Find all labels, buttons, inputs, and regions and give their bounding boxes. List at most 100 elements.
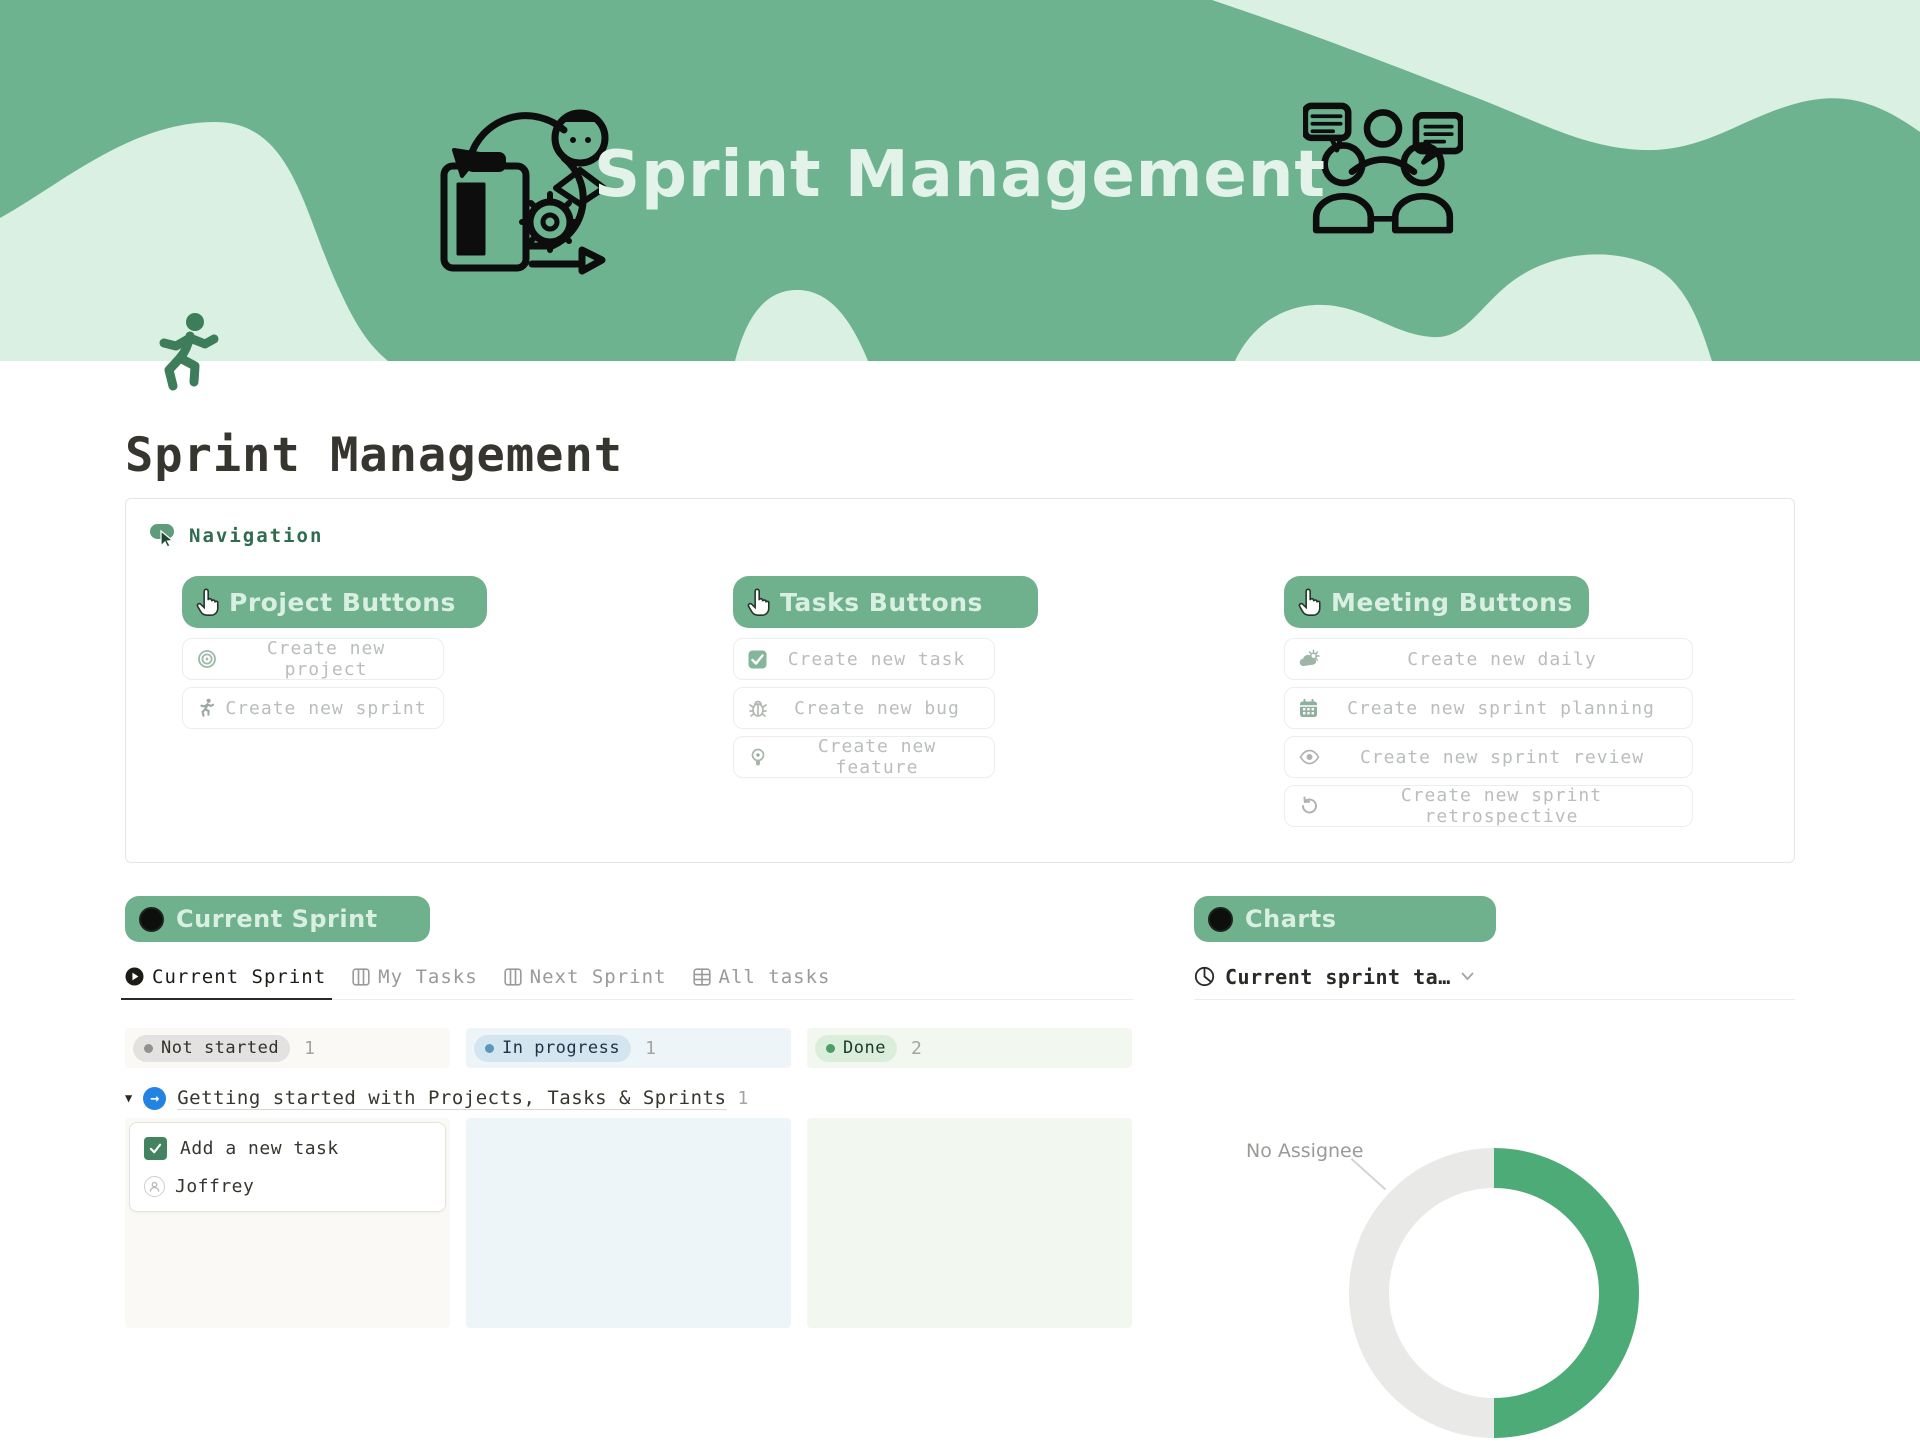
button-label: Create new bug (774, 698, 980, 719)
button-label: Create new daily (1326, 649, 1678, 670)
button-label: Create new task (773, 649, 980, 670)
chart-view-label: Current sprint ta… (1225, 965, 1451, 989)
chevron-down-icon (1461, 972, 1474, 981)
project-buttons-group: Project Buttons Create new project Creat… (182, 576, 487, 729)
board-tabs: Current Sprint My Tasks Next Sprint All … (125, 954, 1133, 1000)
sun-cloud-icon (1299, 649, 1320, 669)
undo-icon (1299, 796, 1319, 816)
banner-title: Sprint Management (594, 138, 1326, 212)
create-new-sprint-review-button[interactable]: Create new sprint review (1284, 736, 1693, 778)
status-badge[interactable]: Not started (133, 1035, 290, 1062)
cards-column-not-started: Add a new task Joffrey (125, 1118, 450, 1328)
tab-current-sprint[interactable]: Current Sprint (125, 954, 326, 999)
board-icon (352, 968, 370, 986)
cards-column-in-progress (466, 1118, 791, 1328)
create-new-project-button[interactable]: Create new project (182, 638, 444, 680)
column-done: Done 2 (807, 1028, 1132, 1068)
hand-pointer-icon (194, 588, 221, 617)
button-label: Create new feature (774, 736, 980, 778)
calendar-icon (1299, 699, 1318, 718)
chart-view-selector[interactable]: Current sprint ta… (1194, 965, 1474, 989)
collapse-triangle-icon[interactable]: ▼ (125, 1091, 132, 1105)
task-title: Add a new task (180, 1138, 339, 1159)
meeting-buttons-pill[interactable]: Meeting Buttons (1284, 576, 1589, 628)
board-icon (504, 968, 522, 986)
avatar-icon (144, 1176, 165, 1197)
bug-icon (748, 698, 768, 718)
tab-label: All tasks (719, 966, 831, 988)
column-count: 1 (304, 1038, 315, 1059)
tab-my-tasks[interactable]: My Tasks (352, 954, 478, 999)
hand-pointer-icon (1296, 588, 1323, 617)
pie-chart-icon (1194, 966, 1215, 987)
status-badge[interactable]: In progress (474, 1035, 631, 1062)
project-arrow-icon: → (143, 1087, 166, 1110)
eye-icon (1299, 747, 1320, 767)
target-icon (197, 649, 217, 669)
create-new-sprint-retrospective-button[interactable]: Create new sprint retrospective (1284, 785, 1693, 827)
cards-column-done (807, 1118, 1132, 1328)
project-buttons-pill[interactable]: Project Buttons (182, 576, 487, 628)
create-new-sprint-planning-button[interactable]: Create new sprint planning (1284, 687, 1693, 729)
navigation-header: Navigation (150, 523, 323, 548)
column-count: 1 (645, 1038, 656, 1059)
task-checkbox[interactable] (144, 1137, 167, 1160)
tab-next-sprint[interactable]: Next Sprint (504, 954, 667, 999)
button-label: Create new sprint planning (1324, 698, 1678, 719)
section-title: Current Sprint (176, 905, 378, 933)
chart-tab-row: Current sprint ta… (1194, 954, 1795, 1000)
section-title: Charts (1245, 905, 1337, 933)
status-label: Done (843, 1038, 886, 1058)
play-circle-icon (125, 967, 144, 986)
navigation-label: Navigation (189, 525, 323, 547)
status-dot-icon (485, 1044, 494, 1053)
bulb-icon (748, 747, 768, 767)
status-dot-icon (144, 1044, 153, 1053)
board-cards-row: Add a new task Joffrey (125, 1118, 1132, 1328)
group-title-link[interactable]: Getting started with Projects, Tasks & S… (177, 1087, 726, 1109)
tab-label: My Tasks (378, 966, 478, 988)
runner-icon (197, 698, 217, 718)
status-label: In progress (502, 1038, 620, 1058)
column-not-started: Not started 1 (125, 1028, 450, 1068)
status-label: Not started (161, 1038, 279, 1058)
current-sprint-section: Current Sprint Current Sprint My Tasks N… (125, 896, 1133, 942)
current-sprint-pill[interactable]: Current Sprint (125, 896, 430, 942)
tasks-buttons-pill[interactable]: Tasks Buttons (733, 576, 1038, 628)
create-new-task-button[interactable]: Create new task (733, 638, 995, 680)
tab-label: Next Sprint (530, 966, 667, 988)
column-in-progress: In progress 1 (466, 1028, 791, 1068)
group-title: Project Buttons (229, 588, 456, 617)
button-label: Create new sprint (223, 698, 429, 719)
black-dot-icon (1208, 907, 1233, 932)
button-label: Create new sprint review (1326, 747, 1678, 768)
checkbox-icon (748, 650, 767, 669)
page-icon-runner[interactable] (150, 310, 226, 396)
group-count: 1 (737, 1088, 748, 1109)
cover-banner: Sprint Management (0, 0, 1920, 361)
group-title: Meeting Buttons (1331, 588, 1573, 617)
page-title: Sprint Management (125, 428, 623, 483)
navigation-callout: Navigation Project Buttons Create new pr… (125, 498, 1795, 863)
status-dot-icon (826, 1044, 835, 1053)
create-new-bug-button[interactable]: Create new bug (733, 687, 995, 729)
charts-section: Charts Current sprint ta… No Assignee (1194, 896, 1795, 1199)
create-new-sprint-button[interactable]: Create new sprint (182, 687, 444, 729)
donut-chart[interactable] (1344, 1143, 1644, 1443)
create-new-daily-button[interactable]: Create new daily (1284, 638, 1693, 680)
cursor-click-icon (150, 523, 178, 548)
status-row: Not started 1 In progress 1 Done 2 (125, 1028, 1132, 1068)
group-title: Tasks Buttons (780, 588, 983, 617)
charts-pill[interactable]: Charts (1194, 896, 1496, 942)
tasks-buttons-group: Tasks Buttons Create new task Create new (733, 576, 1038, 778)
create-new-feature-button[interactable]: Create new feature (733, 736, 995, 778)
hand-pointer-icon (745, 588, 772, 617)
button-label: Create new sprint retrospective (1325, 785, 1678, 827)
tab-all-tasks[interactable]: All tasks (693, 954, 831, 999)
assignee-name: Joffrey (175, 1176, 254, 1197)
button-label: Create new project (223, 638, 429, 680)
black-dot-icon (139, 907, 164, 932)
table-icon (693, 968, 711, 986)
status-badge[interactable]: Done (815, 1035, 897, 1062)
tab-label: Current Sprint (152, 966, 326, 988)
